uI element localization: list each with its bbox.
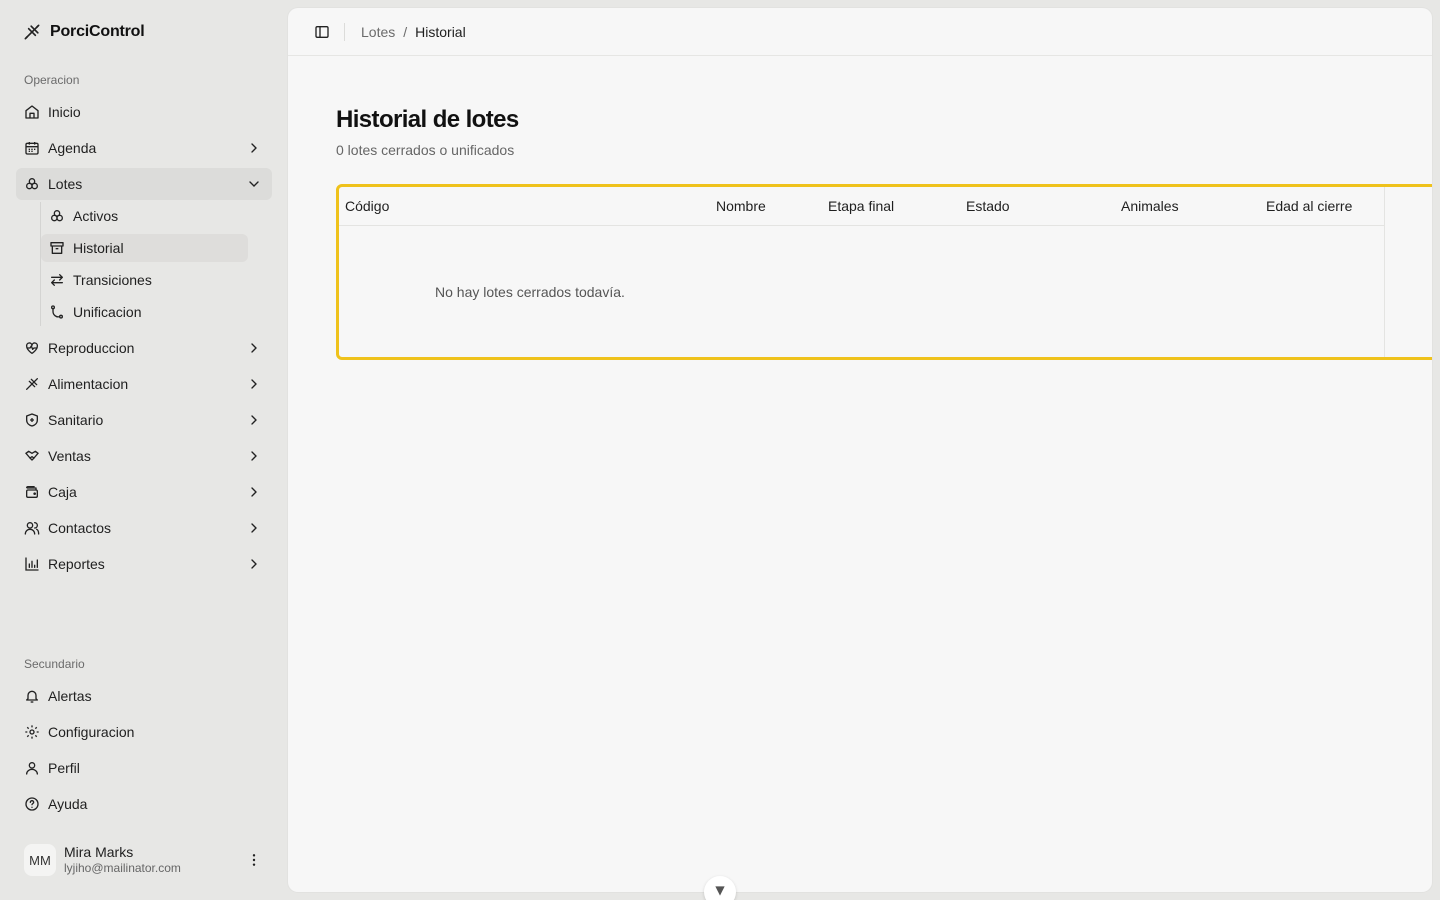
sidebar-item-ventas[interactable]: Ventas bbox=[16, 440, 272, 472]
sidebar-item-alertas[interactable]: Alertas bbox=[16, 680, 272, 712]
users-icon bbox=[24, 520, 40, 536]
page-title: Historial de lotes bbox=[336, 106, 519, 133]
lots-icon bbox=[24, 176, 40, 192]
sidebar-toggle-icon[interactable] bbox=[314, 24, 330, 40]
user-email: lyjiho@mailinator.com bbox=[64, 861, 181, 875]
chevron-right-icon bbox=[246, 448, 262, 464]
table-inner: Código Nombre Etapa final Estado Animale… bbox=[339, 187, 1385, 357]
divider bbox=[344, 23, 345, 41]
sidebar-item-label: Configuracion bbox=[48, 724, 135, 740]
breadcrumb-current: Historial bbox=[415, 24, 466, 40]
sidebar-subitem-historial[interactable]: Historial bbox=[41, 234, 248, 262]
sidebar-item-label: Inicio bbox=[48, 104, 81, 120]
breadcrumb-lotes[interactable]: Lotes bbox=[361, 24, 395, 40]
chevron-down-icon bbox=[246, 176, 262, 192]
table-header: Código Nombre Etapa final Estado Animale… bbox=[339, 187, 1384, 226]
home-icon bbox=[24, 104, 40, 120]
gear-icon bbox=[24, 724, 40, 740]
column-header-animales[interactable]: Animales bbox=[1121, 198, 1179, 214]
column-header-etapa-final[interactable]: Etapa final bbox=[828, 198, 894, 214]
sidebar-item-label: Contactos bbox=[48, 520, 112, 536]
user-info: Mira Marks lyjiho@mailinator.com bbox=[64, 844, 181, 876]
sidebar-item-sanitario[interactable]: Sanitario bbox=[16, 404, 272, 436]
chevron-right-icon bbox=[246, 484, 262, 500]
column-header-codigo[interactable]: Código bbox=[345, 198, 389, 214]
brand-name: PorciControl bbox=[50, 23, 145, 40]
sidebar-item-label: Alertas bbox=[48, 688, 92, 704]
sidebar-subitem-label: Historial bbox=[73, 240, 124, 256]
arrows-icon bbox=[49, 272, 65, 288]
sidebar-item-inicio[interactable]: Inicio bbox=[16, 96, 272, 128]
sidebar-item-label: Caja bbox=[48, 484, 77, 500]
merge-icon bbox=[49, 304, 65, 320]
empty-state-message: No hay lotes cerrados todavía. bbox=[435, 284, 625, 300]
sidebar-item-label: Lotes bbox=[48, 176, 83, 192]
brand[interactable]: PorciControl bbox=[22, 20, 145, 44]
topbar: Lotes / Historial bbox=[288, 8, 1432, 56]
sidebar-item-caja[interactable]: Caja bbox=[16, 476, 272, 508]
sidebar-subitem-label: Transiciones bbox=[73, 272, 152, 288]
user-icon bbox=[24, 760, 40, 776]
group-label-operacion: Operacion bbox=[24, 73, 80, 87]
sidebar-item-configuracion[interactable]: Configuracion bbox=[16, 716, 272, 748]
sidebar-item-label: Alimentacion bbox=[48, 376, 129, 392]
user-name: Mira Marks bbox=[64, 844, 134, 860]
sidebar-item-perfil[interactable]: Perfil bbox=[16, 752, 272, 784]
chart-icon bbox=[24, 556, 40, 572]
sidebar-subitem-transiciones[interactable]: Transiciones bbox=[41, 266, 248, 294]
group-icon bbox=[49, 208, 65, 224]
chevron-right-icon bbox=[246, 412, 262, 428]
sidebar-item-contactos[interactable]: Contactos bbox=[16, 512, 272, 544]
wallet-icon bbox=[24, 484, 40, 500]
chevron-right-icon bbox=[246, 140, 262, 156]
chevron-right-icon bbox=[246, 376, 262, 392]
more-vertical-icon[interactable] bbox=[246, 852, 262, 868]
archive-icon bbox=[49, 240, 65, 256]
avatar: MM bbox=[24, 844, 56, 876]
breadcrumb: Lotes / Historial bbox=[361, 24, 466, 40]
heart-pulse-icon bbox=[24, 340, 40, 356]
sidebar-subitem-label: Activos bbox=[73, 208, 119, 224]
feed-icon bbox=[24, 376, 40, 392]
sidebar-item-reportes[interactable]: Reportes bbox=[16, 548, 272, 580]
main-panel: Lotes / Historial Historial de lotes 0 l… bbox=[288, 8, 1432, 892]
user-menu[interactable]: MM Mira Marks lyjiho@mailinator.com bbox=[16, 836, 272, 884]
sidebar-item-reproduccion[interactable]: Reproduccion bbox=[16, 332, 272, 364]
column-header-nombre[interactable]: Nombre bbox=[716, 198, 766, 214]
column-header-estado[interactable]: Estado bbox=[966, 198, 1010, 214]
sidebar-item-ayuda[interactable]: Ayuda bbox=[16, 788, 272, 820]
sidebar-subitem-unificacion[interactable]: Unificacion bbox=[41, 298, 248, 326]
sidebar-item-label: Perfil bbox=[48, 760, 80, 776]
sidebar-item-label: Ventas bbox=[48, 448, 91, 464]
chevron-right-icon bbox=[246, 340, 262, 356]
pig-bone-icon bbox=[22, 22, 42, 42]
bell-icon bbox=[24, 688, 40, 704]
sidebar-item-agenda[interactable]: Agenda bbox=[16, 132, 272, 164]
lots-history-table: Código Nombre Etapa final Estado Animale… bbox=[336, 184, 1432, 360]
scroll-down-button[interactable] bbox=[704, 876, 736, 900]
handshake-icon bbox=[24, 448, 40, 464]
column-header-edad-cierre[interactable]: Edad al cierre bbox=[1266, 198, 1352, 214]
shield-icon bbox=[24, 412, 40, 428]
help-icon bbox=[24, 796, 40, 812]
chevron-right-icon bbox=[246, 520, 262, 536]
calendar-icon bbox=[24, 140, 40, 156]
sidebar-item-lotes[interactable]: Lotes bbox=[16, 168, 272, 200]
sidebar: PorciControl Operacion Inicio Agenda Lot… bbox=[0, 0, 288, 900]
chevron-right-icon bbox=[246, 556, 262, 572]
sidebar-subitem-activos[interactable]: Activos bbox=[41, 202, 248, 230]
chevron-down-icon bbox=[713, 884, 727, 898]
sidebar-item-label: Reportes bbox=[48, 556, 105, 572]
breadcrumb-separator: / bbox=[403, 24, 408, 40]
sidebar-item-alimentacion[interactable]: Alimentacion bbox=[16, 368, 272, 400]
sidebar-item-label: Reproduccion bbox=[48, 340, 135, 356]
page-subtitle: 0 lotes cerrados o unificados bbox=[336, 142, 515, 158]
sidebar-item-label: Agenda bbox=[48, 140, 97, 156]
group-label-secundario: Secundario bbox=[24, 657, 85, 671]
sidebar-item-label: Sanitario bbox=[48, 412, 104, 428]
sidebar-subitem-label: Unificacion bbox=[73, 304, 142, 320]
sidebar-item-label: Ayuda bbox=[48, 796, 88, 812]
